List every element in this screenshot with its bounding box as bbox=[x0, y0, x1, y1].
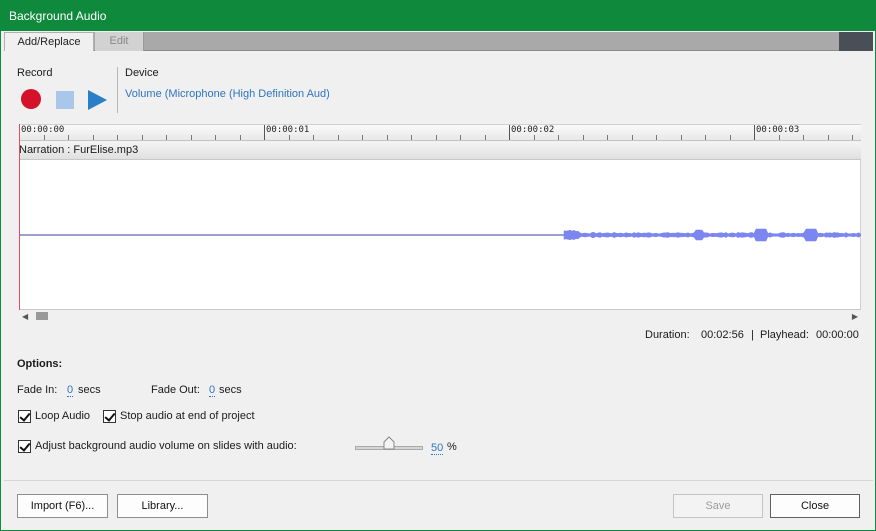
section-divider bbox=[117, 67, 118, 113]
stop-audio-checkbox[interactable] bbox=[103, 410, 116, 423]
fade-out-value[interactable]: 0 bbox=[209, 384, 216, 397]
scroll-thumb[interactable] bbox=[36, 312, 48, 320]
fade-out-label: Fade Out: bbox=[151, 384, 200, 396]
tab-edit[interactable]: Edit bbox=[95, 32, 144, 51]
import-button[interactable]: Import (F6)... bbox=[17, 494, 108, 518]
fade-in-unit: secs bbox=[78, 384, 101, 396]
ruler-minor-tick bbox=[803, 135, 804, 140]
volume-value[interactable]: 50 bbox=[431, 442, 444, 455]
waveform-signal bbox=[563, 228, 861, 242]
stop-icon[interactable] bbox=[56, 91, 74, 109]
record-label: Record bbox=[17, 67, 53, 79]
ruler-minor-tick bbox=[362, 135, 363, 140]
ruler-minor-tick bbox=[534, 135, 535, 140]
ruler-tick-label: 00:00:01 bbox=[266, 125, 310, 135]
ruler-minor-tick bbox=[313, 135, 314, 140]
ruler-minor-tick bbox=[681, 135, 682, 140]
ruler-minor-tick bbox=[558, 135, 559, 140]
adjust-volume-label[interactable]: Adjust background audio volume on slides… bbox=[35, 440, 297, 452]
volume-slider-thumb[interactable] bbox=[383, 436, 395, 450]
waveform-area[interactable] bbox=[19, 160, 861, 310]
track-label: Narration : FurElise.mp3 bbox=[19, 144, 139, 156]
ruler-minor-tick bbox=[607, 135, 608, 140]
ruler-minor-tick bbox=[117, 135, 118, 140]
timeline-ruler[interactable]: 00:00:00 00:00:01 00:00:02 00:00:03 bbox=[19, 124, 861, 141]
adjust-volume-checkbox[interactable] bbox=[18, 440, 31, 453]
close-button[interactable]: Close bbox=[770, 494, 860, 518]
scroll-right-icon[interactable]: ▶ bbox=[852, 312, 858, 321]
loop-audio-checkbox[interactable] bbox=[18, 410, 31, 423]
ruler-minor-tick bbox=[68, 135, 69, 140]
ruler-minor-tick bbox=[460, 135, 461, 140]
stop-audio-label[interactable]: Stop audio at end of project bbox=[120, 410, 255, 422]
footer-divider bbox=[4, 480, 873, 481]
volume-unit: % bbox=[447, 441, 457, 453]
ruler-minor-tick bbox=[632, 135, 633, 140]
ruler-minor-tick bbox=[387, 135, 388, 140]
fade-out-unit: secs bbox=[219, 384, 242, 396]
status-separator: | bbox=[751, 329, 754, 341]
ruler-major-tick bbox=[264, 125, 265, 140]
ruler-minor-tick bbox=[705, 135, 706, 140]
ruler-minor-tick bbox=[44, 135, 45, 140]
play-icon[interactable] bbox=[88, 90, 107, 110]
ruler-major-tick bbox=[754, 125, 755, 140]
tab-strip: Add/Replace Edit bbox=[4, 32, 873, 51]
scroll-left-icon[interactable]: ◀ bbox=[22, 312, 28, 321]
tab-strip-end bbox=[839, 32, 873, 51]
window-title: Background Audio bbox=[9, 9, 107, 23]
ruler-minor-tick bbox=[240, 135, 241, 140]
timeline-scrollbar[interactable]: ◀ ▶ bbox=[19, 310, 861, 324]
ruler-minor-tick bbox=[289, 135, 290, 140]
dialog-body: Add/Replace Edit Record Device Volume (M… bbox=[0, 31, 876, 531]
ruler-minor-tick bbox=[828, 135, 829, 140]
ruler-minor-tick bbox=[215, 135, 216, 140]
track-header: Narration : FurElise.mp3 bbox=[19, 142, 861, 160]
tab-add-replace[interactable]: Add/Replace bbox=[4, 32, 94, 51]
ruler-minor-tick bbox=[142, 135, 143, 140]
ruler-minor-tick bbox=[338, 135, 339, 140]
ruler-major-tick bbox=[509, 125, 510, 140]
duration-value: 00:02:56 bbox=[701, 329, 744, 341]
device-link[interactable]: Volume (Microphone (High Definition Aud) bbox=[125, 88, 330, 100]
ruler-minor-tick bbox=[166, 135, 167, 140]
playhead-label: Playhead: bbox=[760, 329, 809, 341]
ruler-tick-label: 00:00:02 bbox=[511, 125, 555, 135]
ruler-minor-tick bbox=[852, 135, 853, 140]
fade-in-value[interactable]: 0 bbox=[67, 384, 74, 397]
ruler-tick-label: 00:00:03 bbox=[756, 125, 800, 135]
ruler-minor-tick bbox=[485, 135, 486, 140]
playhead-line[interactable] bbox=[19, 124, 20, 310]
fade-in-label: Fade In: bbox=[17, 384, 58, 396]
ruler-minor-tick bbox=[436, 135, 437, 140]
waveform bbox=[19, 228, 861, 242]
options-heading: Options: bbox=[17, 358, 63, 370]
library-button[interactable]: Library... bbox=[117, 494, 208, 518]
ruler-minor-tick bbox=[656, 135, 657, 140]
loop-audio-label[interactable]: Loop Audio bbox=[35, 410, 90, 422]
ruler-minor-tick bbox=[730, 135, 731, 140]
record-icon[interactable] bbox=[21, 89, 41, 109]
device-label: Device bbox=[125, 67, 159, 79]
title-bar: Background Audio bbox=[0, 0, 876, 31]
ruler-minor-tick bbox=[411, 135, 412, 140]
save-button[interactable]: Save bbox=[673, 494, 763, 518]
ruler-minor-tick bbox=[779, 135, 780, 140]
duration-label: Duration: bbox=[645, 329, 690, 341]
ruler-minor-tick bbox=[191, 135, 192, 140]
ruler-tick-label: 00:00:00 bbox=[21, 125, 65, 135]
ruler-minor-tick bbox=[93, 135, 94, 140]
playhead-value: 00:00:00 bbox=[816, 329, 859, 341]
ruler-minor-tick bbox=[583, 135, 584, 140]
